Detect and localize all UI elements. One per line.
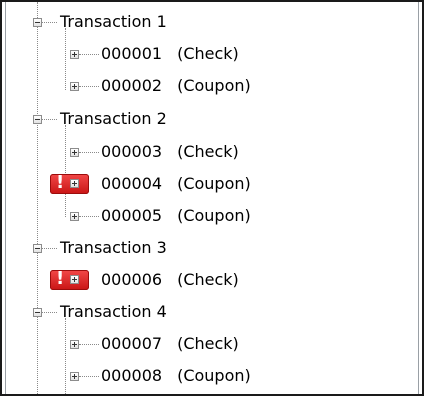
tree-node-item[interactable]: 000007 (Check) <box>101 332 239 356</box>
expand-icon[interactable] <box>70 50 79 59</box>
expand-icon[interactable] <box>70 372 79 381</box>
transaction-label: Transaction 2 <box>60 109 167 128</box>
alert-icon[interactable]: ! <box>50 268 89 290</box>
item-id: 000001 <box>101 44 163 63</box>
tree-connector <box>79 376 99 377</box>
tree-node-item-alert[interactable]: 000004 (Coupon) <box>101 172 251 196</box>
tree-node-item[interactable]: 000005 (Coupon) <box>101 204 251 228</box>
item-type: (Check) <box>177 270 239 289</box>
tree-node-transaction-2[interactable]: Transaction 2 <box>60 107 167 131</box>
tree-connector <box>79 54 99 55</box>
tree-node-transaction-4[interactable]: Transaction 4 <box>60 300 167 324</box>
collapse-icon[interactable] <box>33 308 42 317</box>
transaction-label: Transaction 4 <box>60 302 167 321</box>
item-id: 000005 <box>101 206 163 225</box>
tree-connector <box>37 2 38 394</box>
item-type: (Check) <box>177 334 239 353</box>
item-id: 000007 <box>101 334 163 353</box>
tree-node-item[interactable]: 000008 (Coupon) <box>101 364 251 388</box>
tree-connector <box>79 86 99 87</box>
transaction-label: Transaction 1 <box>60 12 167 31</box>
item-id: 000006 <box>101 270 163 289</box>
tree-connector <box>79 216 99 217</box>
item-id: 000004 <box>101 174 163 193</box>
tree-connector <box>79 344 99 345</box>
tree-connector <box>65 318 66 394</box>
tree-node-item[interactable]: 000001 (Check) <box>101 42 239 66</box>
tree-node-item[interactable]: 000002 (Coupon) <box>101 74 251 98</box>
item-type: (Check) <box>177 44 239 63</box>
item-type: (Check) <box>177 142 239 161</box>
tree-node-transaction-3[interactable]: Transaction 3 <box>60 236 167 260</box>
tree-node-transaction-1[interactable]: Transaction 1 <box>60 10 167 34</box>
item-id: 000008 <box>101 366 163 385</box>
expand-icon[interactable] <box>70 179 79 188</box>
tree-connector <box>42 119 57 120</box>
exclamation-icon: ! <box>56 172 65 193</box>
expand-icon[interactable] <box>70 212 79 221</box>
exclamation-icon: ! <box>56 268 65 289</box>
item-id: 000003 <box>101 142 163 161</box>
tree-panel: Transaction 1 000001 (Check) 000002 (Coupo… <box>0 0 424 396</box>
tree-connector <box>65 125 66 217</box>
item-type: (Coupon) <box>177 174 251 193</box>
tree-connector <box>42 22 57 23</box>
tree-connector <box>42 312 57 313</box>
alert-icon[interactable]: ! <box>50 172 89 194</box>
item-type: (Coupon) <box>177 366 251 385</box>
tree-connector <box>42 248 57 249</box>
collapse-icon[interactable] <box>33 244 42 253</box>
tree-connector <box>65 28 66 90</box>
expand-icon[interactable] <box>70 275 79 284</box>
tree-connector <box>79 152 99 153</box>
collapse-icon[interactable] <box>33 115 42 124</box>
collapse-icon[interactable] <box>33 18 42 27</box>
item-type: (Coupon) <box>177 76 251 95</box>
item-type: (Coupon) <box>177 206 251 225</box>
transaction-label: Transaction 3 <box>60 238 167 257</box>
tree-node-item-alert[interactable]: 000006 (Check) <box>101 268 239 292</box>
expand-icon[interactable] <box>70 148 79 157</box>
expand-icon[interactable] <box>70 340 79 349</box>
item-id: 000002 <box>101 76 163 95</box>
transaction-tree: Transaction 1 000001 (Check) 000002 (Coupo… <box>2 2 422 394</box>
tree-node-item[interactable]: 000003 (Check) <box>101 140 239 164</box>
expand-icon[interactable] <box>70 82 79 91</box>
